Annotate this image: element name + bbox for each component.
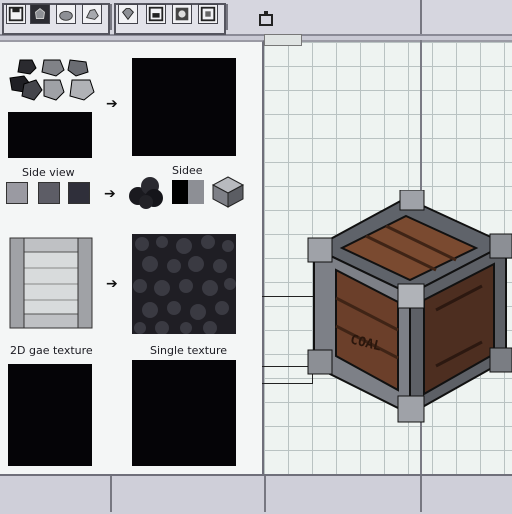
coal-crate-model[interactable] (306, 190, 512, 426)
single-texture-label: Single texture (150, 344, 228, 357)
status-bar (0, 474, 512, 514)
single-texture-slot[interactable] (132, 360, 236, 466)
color-swatch-mid[interactable] (38, 182, 60, 204)
canvas-handle[interactable] (264, 34, 302, 46)
side-label: Sidee (172, 164, 203, 177)
stone-block-icon[interactable] (30, 4, 50, 24)
box-tool-icon[interactable] (256, 8, 276, 28)
gem-icon[interactable] (118, 4, 138, 24)
rock-icon[interactable] (56, 4, 76, 24)
save-icon[interactable] (6, 4, 26, 24)
arrow-right-icon: ➔ (106, 96, 118, 112)
crate-texture-sprite[interactable] (8, 236, 94, 330)
texture-slot[interactable] (8, 364, 92, 466)
preview-slot[interactable] (8, 112, 92, 158)
rock-alt-icon[interactable] (82, 4, 102, 24)
texture-label: 2D gae texture (10, 344, 93, 357)
arrow-right-icon: ➔ (106, 276, 118, 292)
output-slot[interactable] (132, 58, 236, 156)
side-swatch-light (188, 180, 204, 204)
status-divider (264, 476, 266, 512)
status-divider (110, 476, 112, 512)
coal-pile-icon[interactable] (126, 172, 166, 210)
grid-icon[interactable] (172, 4, 192, 24)
toolbar-divider (110, 4, 112, 30)
coal-texture-tile[interactable] (132, 234, 236, 334)
toolbar (0, 0, 512, 36)
toolbar-divider (420, 0, 422, 34)
frame-icon[interactable] (198, 4, 218, 24)
stone-sprites[interactable] (6, 58, 100, 108)
side-view-label: Side view (22, 166, 75, 179)
window-icon[interactable] (146, 4, 166, 24)
stone-block-icon[interactable] (210, 174, 246, 210)
status-divider (420, 476, 422, 512)
arrow-right-icon: ➔ (104, 186, 116, 202)
color-swatch-light[interactable] (6, 182, 28, 204)
toolbar-divider (226, 4, 228, 30)
color-swatch-dark[interactable] (68, 182, 90, 204)
